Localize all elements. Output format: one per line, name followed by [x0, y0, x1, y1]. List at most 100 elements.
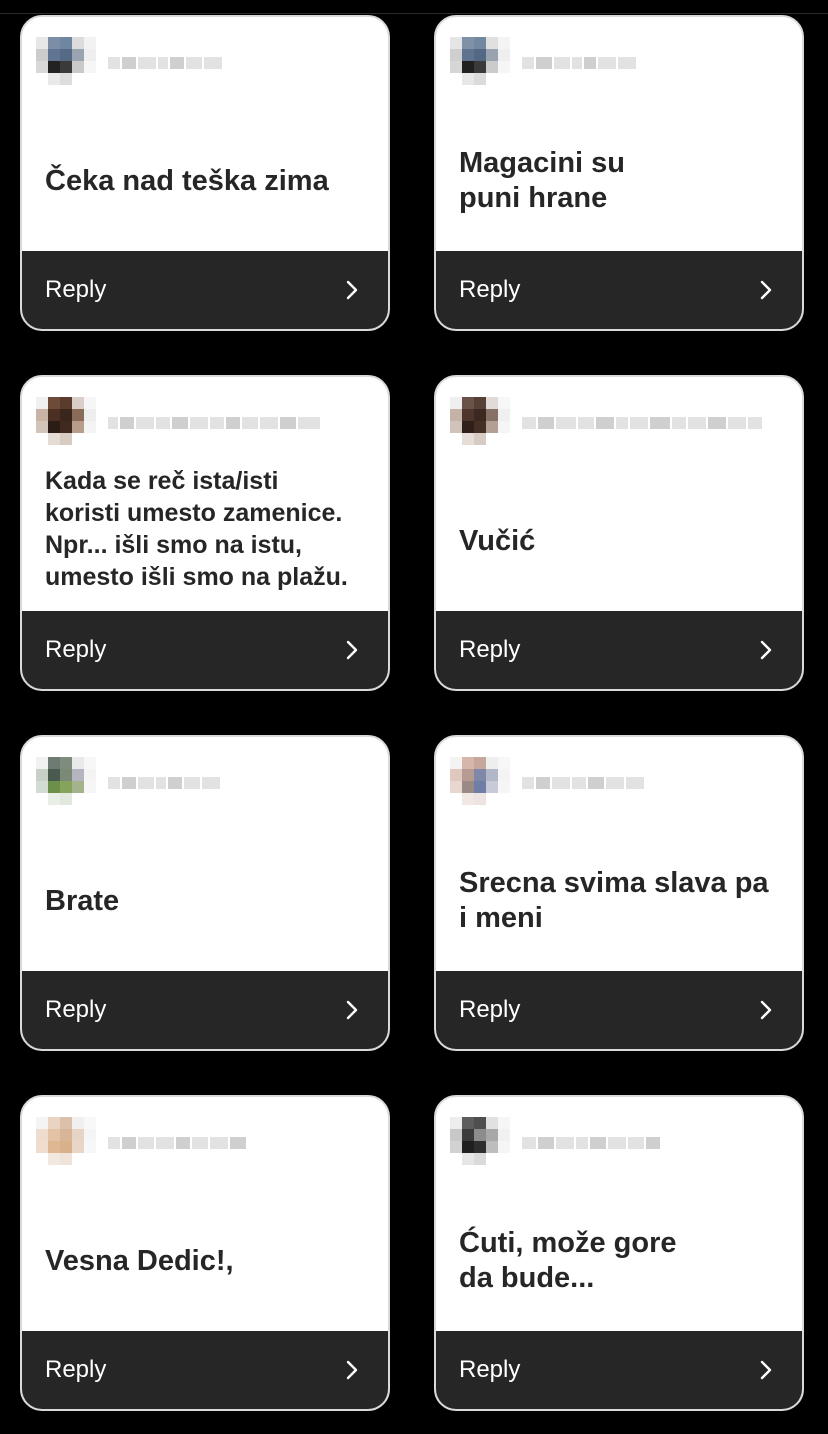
username-blurred[interactable] [108, 410, 320, 436]
avatar-pixel [48, 397, 60, 409]
avatar-pixel [60, 409, 72, 421]
avatar-pixel [474, 1129, 486, 1141]
avatar-pixel [486, 757, 498, 769]
avatar-pixel [474, 397, 486, 409]
reply-button[interactable]: Reply [436, 971, 802, 1049]
avatar-pixel [462, 433, 474, 445]
avatar-pixel [462, 85, 474, 97]
username-pixel [230, 1137, 246, 1149]
reply-button[interactable]: Reply [436, 251, 802, 329]
avatar[interactable] [450, 1117, 512, 1179]
avatar-pixel [462, 1117, 474, 1129]
comment-text: Magacini su puni hrane [459, 147, 625, 214]
username-pixel [588, 777, 604, 789]
username-blurred[interactable] [522, 770, 644, 796]
reply-button[interactable]: Reply [22, 971, 388, 1049]
avatar-pixel [486, 49, 498, 61]
avatar[interactable] [450, 37, 512, 99]
avatar-pixel [60, 433, 72, 445]
avatar-pixel [48, 1129, 60, 1141]
avatar-pixel [84, 433, 96, 445]
comment-text: Brate [45, 884, 120, 917]
avatar-pixel [48, 445, 60, 457]
avatar-pixel [462, 445, 474, 457]
avatar-pixel [450, 433, 462, 445]
avatar-pixel [60, 769, 72, 781]
avatar-pixel [84, 757, 96, 769]
avatar-pixel [84, 1129, 96, 1141]
username-pixel [618, 57, 636, 69]
username-blurred[interactable] [522, 410, 762, 436]
avatar-pixel [36, 445, 48, 457]
avatar-pixel [450, 805, 462, 817]
avatar-pixel [36, 49, 48, 61]
reply-label: Reply [459, 996, 521, 1023]
avatar-pixel [84, 73, 96, 85]
username-pixel [522, 417, 536, 429]
reply-button[interactable]: Reply [22, 1331, 388, 1409]
username-blurred[interactable] [108, 1130, 246, 1156]
username-blurred[interactable] [108, 770, 220, 796]
username-pixel [556, 417, 576, 429]
avatar-pixel [462, 61, 474, 73]
username-pixel [156, 1137, 174, 1149]
avatar-pixel [462, 1141, 474, 1153]
comment-card-body: Kada se reč ista/isti koristi umesto zam… [22, 377, 388, 615]
avatar-pixel [474, 37, 486, 49]
username-blurred[interactable] [522, 1130, 660, 1156]
avatar-pixel [450, 757, 462, 769]
reply-button[interactable]: Reply [436, 611, 802, 689]
username-blurred[interactable] [108, 50, 222, 76]
avatar-pixel [84, 37, 96, 49]
reply-button[interactable]: Reply [436, 1331, 802, 1409]
avatar-pixel [72, 1165, 84, 1177]
avatar-pixel [498, 1129, 510, 1141]
comment-text: Vesna Dedic!, [45, 1244, 234, 1277]
avatar-pixel [450, 793, 462, 805]
avatar-pixel [474, 73, 486, 85]
chevron-right-icon [760, 280, 772, 300]
avatar-pixel [48, 1153, 60, 1165]
avatar-pixel [72, 769, 84, 781]
avatar-pixel [498, 49, 510, 61]
avatar-pixel [60, 1165, 72, 1177]
username-pixel [184, 777, 200, 789]
avatar-pixel [450, 445, 462, 457]
avatar[interactable] [36, 757, 98, 819]
avatar-pixel [498, 1117, 510, 1129]
comment-card: Brate Reply [20, 735, 390, 1051]
avatar-pixel [60, 85, 72, 97]
avatar-pixel [84, 1141, 96, 1153]
avatar[interactable] [36, 397, 98, 459]
reply-label: Reply [45, 636, 107, 663]
comment-text: Kada se reč ista/isti koristi umesto zam… [45, 467, 348, 591]
reply-button[interactable]: Reply [22, 611, 388, 689]
username-pixel [572, 777, 586, 789]
avatar[interactable] [450, 757, 512, 819]
username-pixel [176, 1137, 190, 1149]
avatar[interactable] [36, 1117, 98, 1179]
avatar-pixel [462, 769, 474, 781]
username-pixel [576, 1137, 588, 1149]
avatar-pixel [498, 421, 510, 433]
avatar-pixel [60, 1117, 72, 1129]
avatar-pixel [474, 421, 486, 433]
username-blurred[interactable] [522, 50, 636, 76]
chevron-right-icon [760, 1000, 772, 1020]
avatar-pixel [84, 1117, 96, 1129]
avatar-pixel [84, 49, 96, 61]
avatar[interactable] [450, 397, 512, 459]
avatar-pixel [498, 397, 510, 409]
avatar-pixel [72, 757, 84, 769]
reply-label: Reply [459, 276, 521, 303]
avatar-pixel [498, 757, 510, 769]
avatar-pixel [498, 1153, 510, 1165]
username-pixel [156, 417, 170, 429]
avatar[interactable] [36, 37, 98, 99]
username-pixel [552, 777, 570, 789]
avatar-pixel [474, 445, 486, 457]
avatar-pixel [498, 805, 510, 817]
comment-text: Čeka nad teška zima [45, 164, 329, 197]
avatar-pixel [48, 1165, 60, 1177]
reply-button[interactable]: Reply [22, 251, 388, 329]
